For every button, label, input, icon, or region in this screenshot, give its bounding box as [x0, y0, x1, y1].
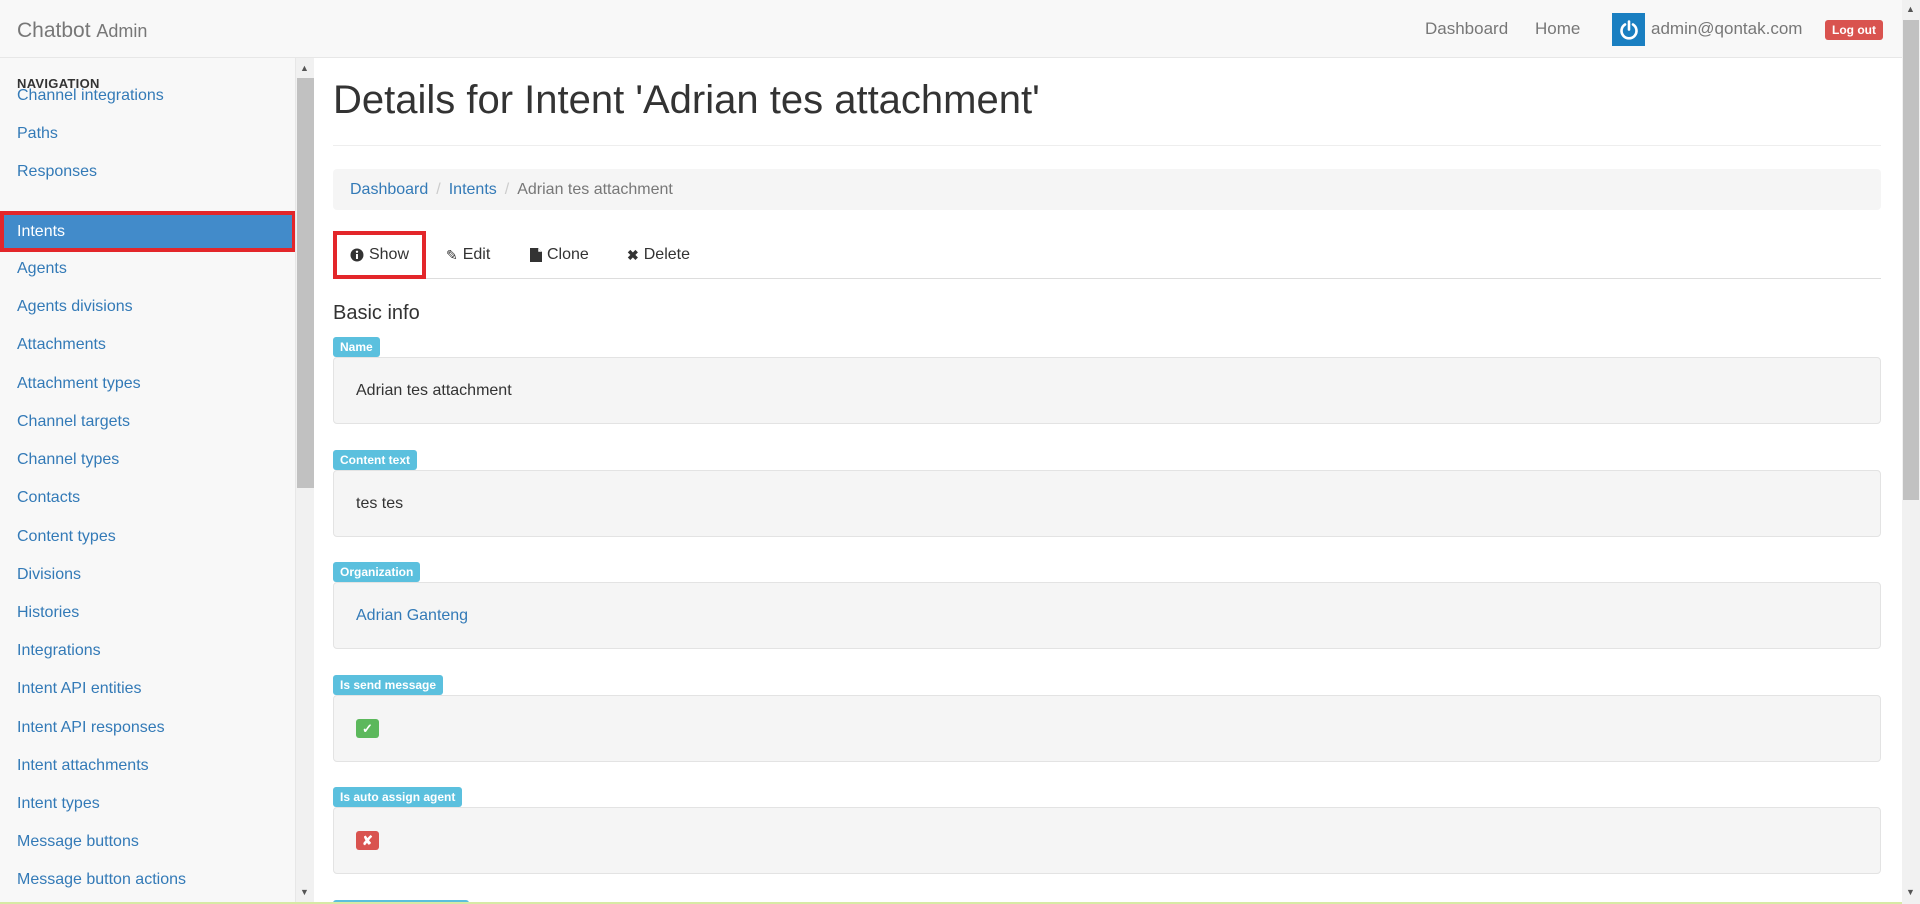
sidebar-item-intent-attachments[interactable]: Intent attachments	[0, 746, 295, 786]
sidebar-item-responses[interactable]: Responses	[0, 152, 295, 192]
sidebar-item-channel-targets[interactable]: Channel targets	[0, 402, 295, 442]
info-circle-icon	[350, 248, 364, 262]
nav-link-home[interactable]: Home	[1535, 19, 1580, 39]
title-divider	[333, 145, 1881, 146]
power-icon	[1619, 19, 1638, 40]
field-label-organization: Organization	[333, 562, 421, 582]
tab-edit-label: Edit	[462, 246, 491, 263]
sidebar-item-content-types[interactable]: Content types	[0, 517, 295, 557]
breadcrumb-intents[interactable]: Intents	[449, 181, 497, 199]
user-email[interactable]: admin@qontak.com	[1651, 19, 1802, 39]
sidebar-item-channel-integrations[interactable]: Channel integrations	[0, 76, 295, 116]
sidebar-item-intent-api-entities[interactable]: Intent API entities	[0, 669, 295, 709]
check-icon: ✓	[356, 719, 379, 738]
sidebar-item-histories[interactable]: Histories	[0, 593, 295, 633]
sidebar-item-intents[interactable]: Intents	[0, 211, 295, 252]
nav-link-dashboard[interactable]: Dashboard	[1425, 19, 1508, 39]
sidebar-scroll-down-icon[interactable]: ▼	[300, 887, 309, 897]
sidebar-item-channel-types[interactable]: Channel types	[0, 440, 295, 480]
sidebar-item-paths[interactable]: Paths	[0, 114, 295, 154]
field-name-text: Adrian tes attachment	[356, 381, 512, 399]
breadcrumb-dashboard[interactable]: Dashboard	[350, 181, 428, 199]
tab-edit[interactable]: ✎ Edit	[446, 231, 490, 279]
sidebar-scroll-up-icon[interactable]: ▲	[300, 63, 309, 73]
field-label-content-text: Content text	[333, 450, 417, 470]
tab-show[interactable]: Show	[333, 231, 426, 279]
breadcrumb-separator: /	[504, 180, 510, 198]
sidebar-item-intent-api-responses[interactable]: Intent API responses	[0, 708, 295, 748]
tab-show-label: Show	[368, 246, 409, 263]
sidebar-item-contacts[interactable]: Contacts	[0, 478, 295, 518]
field-value-is-auto-assign-agent: ✘	[333, 807, 1881, 874]
field-value-is-send-message: ✓	[333, 695, 1881, 762]
sidebar-item-attachments[interactable]: Attachments	[0, 325, 295, 365]
breadcrumb: Dashboard / Intents / Adrian tes attachm…	[333, 169, 1881, 210]
field-value-name: Adrian tes attachment	[333, 357, 1881, 424]
action-tabs: Show ✎ Edit Clone ✖ Delete	[333, 231, 1881, 279]
field-label-is-send-message: Is send message	[333, 675, 444, 695]
sidebar-item-agents[interactable]: Agents	[0, 249, 295, 289]
brand[interactable]: Chatbot Admin	[17, 19, 147, 43]
breadcrumb-separator: /	[436, 180, 441, 198]
page-scrollbar-thumb[interactable]	[1903, 20, 1919, 500]
field-value-organization: Adrian Ganteng	[333, 582, 1881, 649]
sidebar-item-agents-divisions[interactable]: Agents divisions	[0, 287, 295, 327]
page-title: Details for Intent 'Adrian tes attachmen…	[333, 78, 1040, 122]
page-scroll-up-icon[interactable]: ▲	[1906, 4, 1915, 14]
page-scroll-down-icon[interactable]: ▼	[1906, 887, 1915, 897]
tab-clone[interactable]: Clone	[530, 231, 589, 279]
breadcrumb-current: Adrian tes attachment	[517, 180, 673, 198]
pencil-icon: ✎	[446, 246, 458, 263]
tab-delete-label: Delete	[643, 246, 690, 263]
section-title: Basic info	[333, 302, 420, 324]
file-icon	[530, 248, 542, 262]
sidebar-item-attachment-types[interactable]: Attachment types	[0, 364, 295, 404]
field-content-text: tes tes	[356, 494, 404, 512]
field-label-is-auto-assign-agent: Is auto assign agent	[333, 787, 463, 807]
field-value-content-text: tes tes	[333, 470, 1881, 537]
sidebar-item-integrations[interactable]: Integrations	[0, 631, 295, 671]
field-label-name: Name	[333, 337, 380, 357]
avatar[interactable]	[1612, 13, 1645, 46]
cross-icon: ✘	[356, 831, 379, 850]
sidebar-item-intent-types[interactable]: Intent types	[0, 784, 295, 824]
logout-button[interactable]: Log out	[1825, 20, 1883, 40]
sidebar-scrollbar-thumb[interactable]	[297, 78, 314, 488]
sidebar-item-message-button-actions[interactable]: Message button actions	[0, 860, 295, 900]
tab-clone-label: Clone	[547, 246, 589, 263]
times-icon: ✖	[627, 246, 639, 263]
sidebar-item-divisions[interactable]: Divisions	[0, 555, 295, 595]
organization-link[interactable]: Adrian Ganteng	[356, 607, 468, 625]
sidebar-item-message-buttons[interactable]: Message buttons	[0, 822, 295, 862]
tab-delete[interactable]: ✖ Delete	[627, 231, 690, 279]
brand-subtitle: Admin	[96, 21, 148, 41]
sidebar: NAVIGATION Channel integrations Paths Re…	[0, 58, 296, 904]
top-navbar: Chatbot Admin Dashboard Home admin@qonta…	[0, 0, 1920, 58]
brand-title: Chatbot	[17, 19, 91, 42]
